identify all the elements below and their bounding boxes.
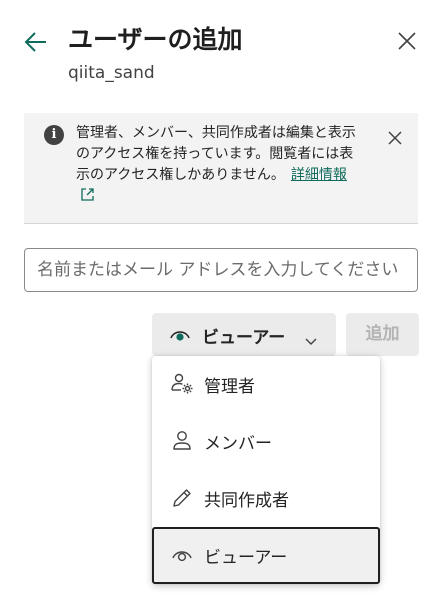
menu-item-label: ビューアー: [204, 548, 288, 568]
menu-item-viewer[interactable]: ビューアー: [152, 527, 380, 584]
close-icon[interactable]: [396, 30, 418, 52]
pencil-icon: [170, 486, 194, 510]
chevron-down-icon: [305, 331, 317, 350]
eye-icon: [170, 327, 190, 346]
menu-item-admin[interactable]: 管理者: [152, 356, 380, 412]
add-button[interactable]: 追加: [346, 313, 419, 356]
menu-item-member[interactable]: メンバー: [152, 413, 380, 469]
menu-item-contributor[interactable]: 共同作成者: [152, 470, 380, 526]
search-input[interactable]: [24, 248, 418, 292]
eye-icon: [170, 543, 194, 567]
open-external-icon: [80, 187, 95, 209]
person-icon: [170, 429, 194, 453]
dismiss-icon[interactable]: [386, 129, 404, 147]
role-selected-label: ビューアー: [202, 328, 286, 348]
menu-item-label: メンバー: [204, 434, 272, 454]
learn-more-label: 詳細情報: [290, 167, 347, 183]
role-menu: 管理者 メンバー 共同作成者 ビューアー: [152, 356, 380, 584]
menu-item-label: 共同作成者: [204, 491, 289, 511]
info-message: 管理者、メンバー、共同作成者は編集と表示のアクセス権を持っています。閲覧者には表…: [76, 123, 358, 209]
info-banner: i 管理者、メンバー、共同作成者は編集と表示のアクセス権を持っています。閲覧者に…: [24, 113, 418, 224]
role-dropdown-button[interactable]: ビューアー: [152, 313, 336, 356]
back-arrow-icon[interactable]: [22, 28, 50, 56]
admin-people-gear-icon: [170, 372, 194, 396]
menu-item-label: 管理者: [204, 377, 255, 397]
info-icon: i: [44, 125, 64, 145]
group-name: qiita_sand: [68, 63, 155, 83]
page-title: ユーザーの追加: [68, 25, 243, 54]
